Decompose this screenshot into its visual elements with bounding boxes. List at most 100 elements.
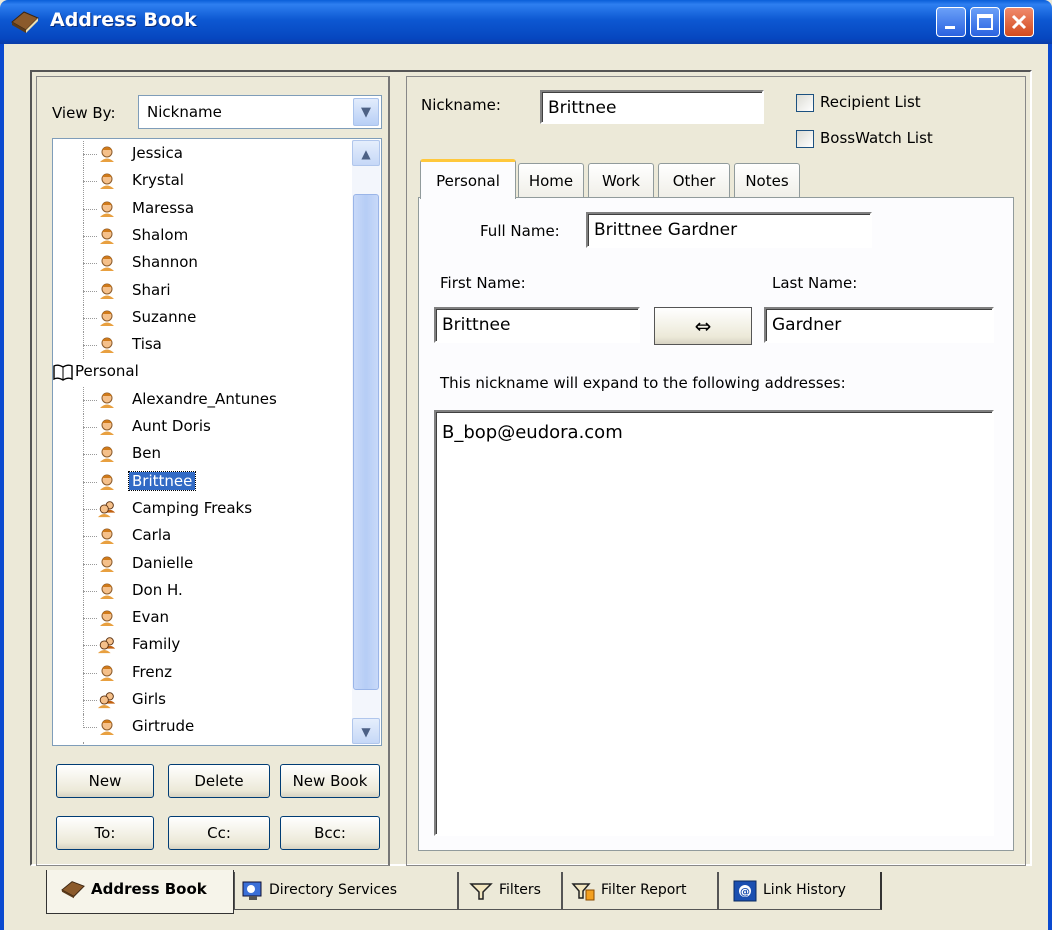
swap-arrows-icon: ⇔ [694, 314, 712, 338]
full-name-label: Full Name: [480, 222, 560, 240]
svg-text:@: @ [740, 887, 750, 898]
title-bar[interactable]: Address Book [0, 0, 1052, 44]
tree-item[interactable]: Don H. [53, 577, 353, 605]
delete-button[interactable]: Delete [168, 764, 270, 798]
tree-item-label: Tisa [132, 335, 162, 354]
tree-item[interactable]: Girtrude [53, 714, 353, 740]
view-by-value: Nickname [147, 103, 222, 121]
swap-names-button[interactable]: ⇔ [654, 307, 752, 345]
tree-item[interactable]: Camping Freaks [53, 495, 353, 523]
last-name-label: Last Name: [772, 274, 858, 292]
tree-item-label: Danielle [132, 553, 194, 572]
tree-item-label: Girls [132, 690, 166, 708]
tree-item-label: Krystal [132, 171, 184, 190]
tree-item[interactable]: Shari [53, 277, 353, 305]
person-icon [100, 610, 114, 627]
bottom-tab-filter-report[interactable]: Filter Report [562, 872, 718, 910]
tree-connector [83, 427, 97, 428]
tree-connector [83, 181, 97, 183]
person-icon [100, 337, 114, 354]
first-name-field[interactable]: Brittnee [434, 307, 640, 343]
tree-item[interactable]: Shalom [53, 222, 353, 250]
bottom-tab-directory-services[interactable]: Directory Services [234, 872, 458, 910]
scroll-down-icon[interactable]: ▼ [352, 718, 380, 744]
tree-item[interactable]: Suzanne [53, 304, 353, 332]
person-icon [100, 228, 114, 244]
addresses-textarea[interactable]: B_bop@eudora.com [434, 410, 994, 836]
last-name-field[interactable]: Gardner [764, 307, 994, 343]
tree-item[interactable]: Brittnee [53, 468, 353, 496]
tab-home[interactable]: Home [518, 163, 584, 197]
tree-connector [83, 590, 97, 592]
recipient-list-checkbox[interactable] [796, 94, 814, 112]
tree-scrollbar[interactable]: ▲ ▼ [352, 140, 380, 744]
tab-work[interactable]: Work [588, 163, 654, 197]
bosswatch-list-checkbox[interactable] [796, 130, 814, 148]
group-icon [97, 637, 116, 654]
tree-item[interactable]: Jessica [53, 141, 353, 168]
tree-connector [83, 345, 97, 347]
cc-button[interactable]: Cc: [168, 816, 270, 850]
bottom-tab-link-history[interactable]: @ Link History [718, 872, 882, 910]
new-book-button[interactable]: New Book [280, 764, 380, 798]
tree-item[interactable]: Aunt Doris [53, 414, 353, 441]
bottom-tab-address-book[interactable]: Address Book [46, 870, 234, 914]
contact-tree[interactable]: Jessica Krystal Maressa Shalom Shannon Shari S… [52, 138, 382, 746]
nickname-field[interactable]: Brittnee [540, 90, 764, 124]
tree-item-label: Ben [132, 444, 162, 463]
tree-item[interactable]: Evan [53, 605, 353, 633]
tree-item[interactable]: Danielle [53, 550, 353, 578]
tree-item[interactable]: Girls [53, 687, 353, 714]
scroll-thumb[interactable] [353, 194, 379, 690]
nickname-label: Nickname: [421, 96, 501, 114]
person-icon [100, 392, 114, 408]
tree-item[interactable]: Carla [53, 523, 353, 551]
scroll-up-icon[interactable]: ▲ [352, 140, 380, 166]
new-button[interactable]: New [56, 764, 154, 798]
tree-connector [83, 154, 97, 155]
tree-item-label: Personal [75, 362, 139, 381]
bcc-button[interactable]: Bcc: [280, 816, 380, 850]
tree-item[interactable]: Krystal [53, 168, 353, 196]
tree-connector [83, 741, 84, 745]
tree-item[interactable]: Ben [53, 441, 353, 469]
full-name-field[interactable]: Brittnee Gardner [586, 212, 872, 248]
tree-item-label: Maressa [132, 198, 195, 217]
close-button[interactable] [1004, 7, 1034, 37]
chevron-down-icon[interactable]: ▼ [353, 98, 379, 126]
tree-book-personal[interactable]: Personal [53, 359, 373, 385]
to-button[interactable]: To: [56, 816, 154, 850]
bottom-tab-label: Filters [499, 882, 541, 898]
bottom-tab-label: Address Book [91, 880, 207, 898]
tree-item-label: Aunt Doris [132, 417, 211, 435]
tree-item[interactable]: Tisa [53, 332, 353, 360]
tab-other[interactable]: Other [658, 163, 730, 197]
tree-item-label: Brittnee [127, 470, 197, 491]
tree-item[interactable]: Alexandre_Antunes [53, 386, 353, 414]
address-book-icon [11, 11, 39, 33]
addresses-value: B_bop@eudora.com [442, 422, 623, 443]
tree-item[interactable]: Family [53, 632, 353, 660]
person-icon [100, 474, 114, 490]
close-icon [1011, 14, 1027, 30]
tab-notes[interactable]: Notes [734, 163, 800, 197]
tree-item[interactable]: Frenz [53, 659, 353, 687]
tree-connector [83, 672, 97, 674]
tree-item[interactable]: Maressa [53, 195, 353, 223]
tree-item[interactable]: Shannon [53, 250, 353, 278]
minimize-button[interactable] [936, 7, 966, 37]
tree-item-label: Evan [132, 608, 170, 627]
maximize-button[interactable] [970, 7, 1000, 37]
tree-item-label: Suzanne [132, 307, 197, 326]
tree-connector [83, 508, 97, 510]
person-icon [100, 419, 114, 435]
person-icon [100, 283, 114, 299]
bottom-tab-filters[interactable]: Filters [458, 872, 562, 910]
address-book-icon [61, 881, 85, 899]
link-history-icon: @ [733, 880, 757, 902]
person-icon [100, 310, 114, 326]
view-by-select[interactable]: Nickname ▼ [138, 95, 382, 129]
tree-connector [83, 454, 97, 456]
tab-personal[interactable]: Personal [420, 159, 516, 199]
bosswatch-list-label: BossWatch List [820, 129, 933, 147]
